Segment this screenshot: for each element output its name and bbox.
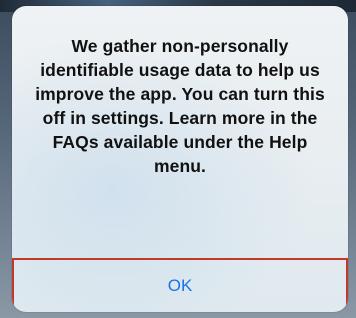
ok-button[interactable]: OK (12, 258, 348, 312)
ok-button-label: OK (167, 276, 193, 295)
alert-message: We gather non-personally identifiable us… (35, 36, 325, 176)
alert-dialog: We gather non-personally identifiable us… (12, 6, 348, 312)
